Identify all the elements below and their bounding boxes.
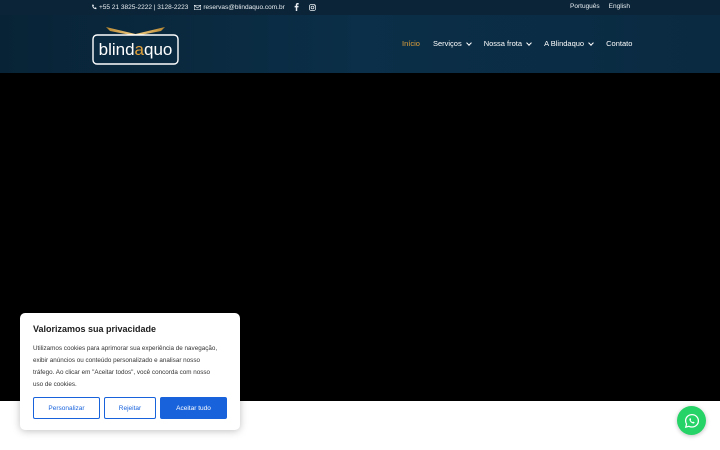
- main-nav: Início Serviços Nossa frota A Blindaquo …: [402, 39, 632, 48]
- language-english[interactable]: English: [609, 3, 630, 10]
- language-portuguese[interactable]: Português: [570, 3, 600, 10]
- contact-info: +55 21 3825-2222 | 3128-2223 reservas@bl…: [91, 3, 317, 11]
- facebook-icon[interactable]: [293, 3, 301, 11]
- phone-icon: [91, 4, 97, 10]
- chevron-down-icon: [465, 39, 472, 46]
- email-contact[interactable]: reservas@blindaquo.com.br: [194, 3, 285, 11]
- phone-contact[interactable]: +55 21 3825-2222 | 3128-2223: [91, 4, 188, 11]
- nav-item-servicos[interactable]: Serviços: [432, 39, 472, 48]
- nav-label: Nossa frota: [483, 39, 523, 48]
- nav-label: Contato: [606, 39, 633, 48]
- reject-button[interactable]: Rejeitar: [104, 397, 156, 419]
- nav-item-contato[interactable]: Contato: [606, 39, 632, 48]
- phone-number: +55 21 3825-2222 | 3128-2223: [99, 3, 189, 11]
- svg-text:blindaquo: blindaquo: [99, 40, 173, 59]
- nav-label: A Blindaquo: [544, 39, 585, 48]
- top-bar: +55 21 3825-2222 | 3128-2223 reservas@bl…: [0, 0, 720, 15]
- chevron-down-icon: [526, 39, 532, 46]
- cookie-title: Valorizamos sua privacidade: [33, 324, 157, 334]
- mail-icon: [194, 4, 202, 10]
- whatsapp-icon: [684, 413, 700, 429]
- site-header: blindaquo Início Serviços Nossa frota A …: [0, 15, 720, 73]
- language-switcher: Português English: [570, 3, 630, 10]
- nav-label: Início: [402, 39, 420, 48]
- cookie-description: Utilizamos cookies para aprimorar sua ex…: [33, 345, 218, 388]
- chevron-down-icon: [588, 39, 594, 46]
- whatsapp-button[interactable]: [677, 406, 706, 435]
- accept-all-button[interactable]: Aceitar tudo: [160, 397, 227, 419]
- nav-item-nossa-frota[interactable]: Nossa frota: [483, 39, 532, 48]
- nav-item-a-blindaquo[interactable]: A Blindaquo: [544, 39, 594, 48]
- cookie-consent-banner: Valorizamos sua privacidade Utilizamos c…: [20, 313, 240, 430]
- nav-item-inicio[interactable]: Início: [402, 39, 420, 48]
- cookie-actions: Personalizar Rejeitar Aceitar tudo: [33, 397, 227, 419]
- nav-label: Serviços: [432, 39, 462, 48]
- site-logo[interactable]: blindaquo: [92, 25, 179, 65]
- email-address: reservas@blindaquo.com.br: [203, 3, 285, 11]
- customize-button[interactable]: Personalizar: [33, 397, 100, 419]
- instagram-icon[interactable]: [309, 3, 317, 11]
